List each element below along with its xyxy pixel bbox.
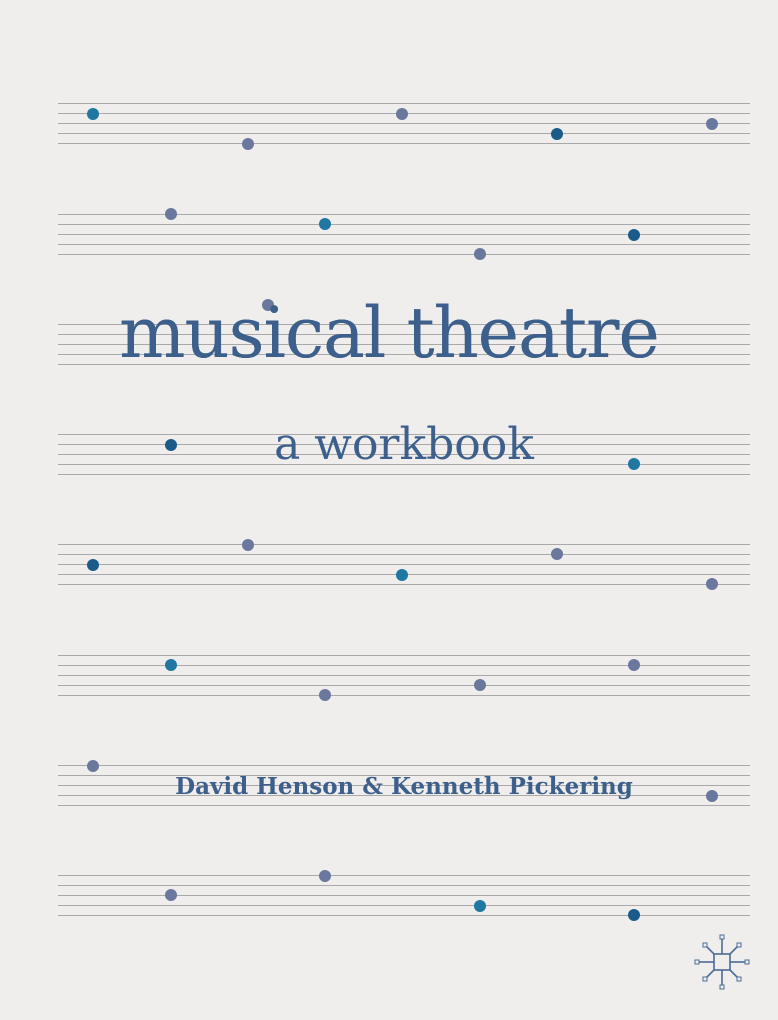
music-note-icon xyxy=(396,108,408,120)
music-note-icon xyxy=(165,659,177,671)
music-note-icon xyxy=(551,128,563,140)
music-note-icon xyxy=(474,679,486,691)
music-note-icon xyxy=(319,689,331,701)
palgrave-macmillan-logo-icon xyxy=(694,934,750,990)
music-note-icon xyxy=(87,760,99,772)
music-staff xyxy=(58,214,750,255)
book-subtitle: a workbook xyxy=(274,419,534,470)
music-note-icon xyxy=(165,889,177,901)
music-note-icon xyxy=(628,659,640,671)
music-note-icon xyxy=(87,559,99,571)
music-note-icon xyxy=(628,909,640,921)
book-title: musical theatre xyxy=(119,292,660,374)
music-note-icon xyxy=(551,548,563,560)
music-note-icon xyxy=(474,248,486,260)
music-note-icon xyxy=(319,218,331,230)
book-cover: musical theatre a workbook David Henson … xyxy=(0,0,778,1020)
music-note-icon xyxy=(474,900,486,912)
music-note-icon xyxy=(165,208,177,220)
book-authors: David Henson & Kenneth Pickering xyxy=(175,773,633,800)
music-staff xyxy=(58,655,750,696)
music-note-icon xyxy=(628,229,640,241)
music-note-icon xyxy=(242,539,254,551)
music-note-icon xyxy=(706,118,718,130)
music-note-icon xyxy=(706,578,718,590)
music-note-icon xyxy=(242,138,254,150)
music-note-icon xyxy=(319,870,331,882)
music-note-icon xyxy=(87,108,99,120)
music-staff xyxy=(58,875,750,916)
music-note-icon xyxy=(396,569,408,581)
